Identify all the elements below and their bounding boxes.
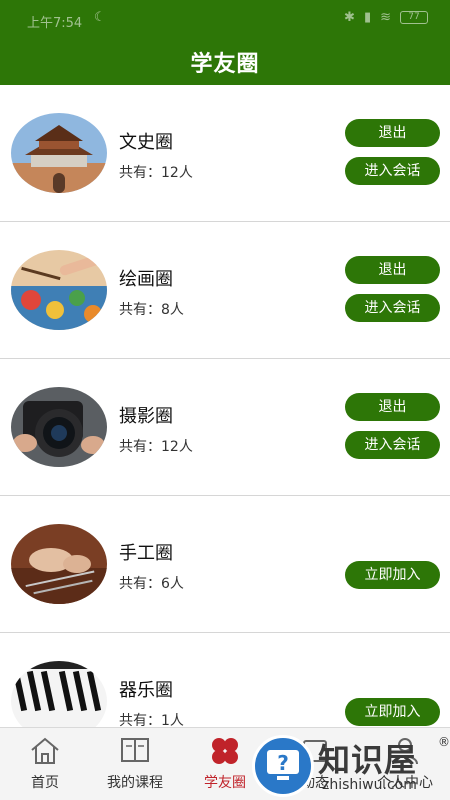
status-time: 上午7:54 (27, 16, 83, 31)
circle-name: 手工圈 (119, 543, 173, 564)
do-not-disturb-icon: ☾ (94, 10, 106, 25)
circle-avatar-history (11, 113, 107, 193)
join-circle-button[interactable]: 立即加入 (345, 698, 440, 726)
book-icon (121, 738, 149, 762)
circle-member-count: 共有：8人 (119, 302, 184, 318)
circle-name: 文史圈 (119, 132, 173, 153)
join-circle-button[interactable]: 立即加入 (345, 561, 440, 589)
wifi-icon: ≋ (380, 10, 391, 25)
circle-avatar-handcraft (11, 524, 107, 604)
circle-row-handcraft: 手工圈 共有：6人 立即加入 (0, 496, 450, 633)
tab-label: 首页 (31, 775, 59, 791)
page-title: 学友圈 (190, 52, 260, 77)
exit-circle-button[interactable]: 退出 (345, 256, 440, 284)
exit-circle-button[interactable]: 退出 (345, 119, 440, 147)
circle-row-history: 文史圈 共有：12人 退出 进入会话 (0, 85, 450, 222)
registered-icon: ® (438, 735, 450, 749)
tab-my-courses[interactable]: 我的课程 (90, 728, 180, 800)
watermark-text: 知识屋 (318, 741, 418, 779)
clover-icon (212, 738, 238, 764)
circle-avatar-painting (11, 250, 107, 330)
exit-circle-button[interactable]: 退出 (345, 393, 440, 421)
enter-chat-button[interactable]: 进入会话 (345, 431, 440, 459)
signal-icon: ▮ (363, 10, 372, 25)
watermark-logo: ? 知识屋 ® zhishiwu.com (252, 733, 450, 800)
home-icon (31, 737, 59, 764)
enter-chat-button[interactable]: 进入会话 (345, 157, 440, 185)
circle-row-photography: 摄影圈 共有：12人 退出 进入会话 (0, 359, 450, 496)
bluetooth-icon: ✱ (344, 10, 355, 25)
circle-name: 摄影圈 (119, 406, 173, 427)
circle-name: 器乐圈 (119, 680, 173, 701)
tab-label: 我的课程 (107, 775, 163, 791)
circle-member-count: 共有：6人 (119, 576, 184, 592)
circle-avatar-photography (11, 387, 107, 467)
circle-name: 绘画圈 (119, 269, 173, 290)
help-badge-icon: ? (252, 735, 314, 797)
circle-list: 文史圈 共有：12人 退出 进入会话 绘画圈 共有：8人 退出 进入会话 摄影圈… (0, 85, 450, 770)
svg-text:?: ? (277, 751, 289, 775)
status-bar: 上午7:54 ☾ ✱ ▮ ≋ 77 (0, 0, 450, 38)
watermark-url: zhishiwu.com (322, 777, 417, 793)
enter-chat-button[interactable]: 进入会话 (345, 294, 440, 322)
app-header: 上午7:54 ☾ ✱ ▮ ≋ 77 学友圈 (0, 0, 450, 85)
battery-icon: 77 (400, 11, 428, 24)
circle-row-painting: 绘画圈 共有：8人 退出 进入会话 (0, 222, 450, 359)
circle-member-count: 共有：12人 (119, 439, 193, 455)
circle-member-count: 共有：12人 (119, 165, 193, 181)
tab-home[interactable]: 首页 (0, 728, 90, 800)
